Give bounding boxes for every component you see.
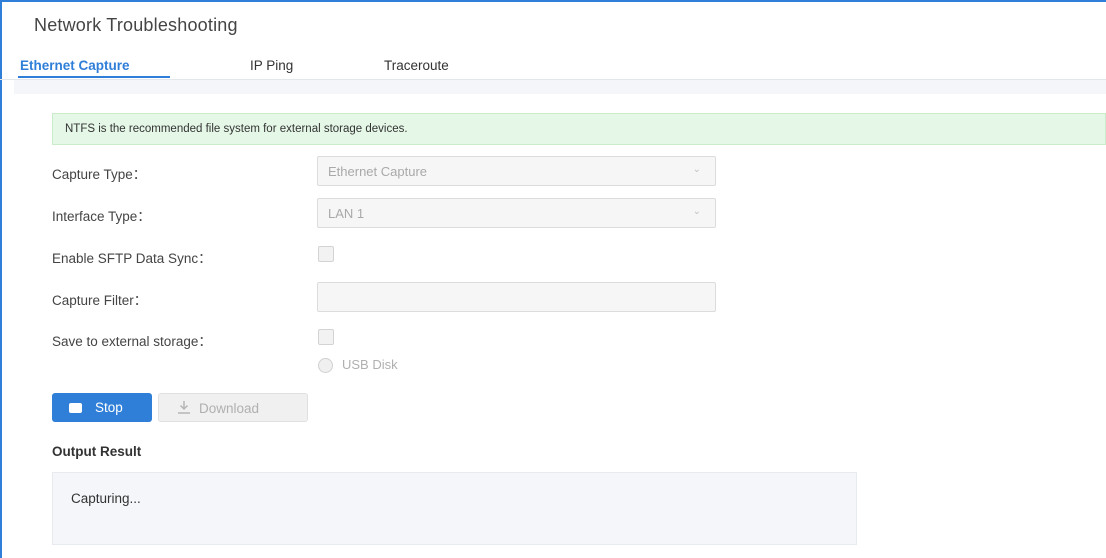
download-button-label: Download (199, 401, 260, 416)
capture-type-value: Ethernet Capture (328, 164, 428, 179)
external-storage-checkbox[interactable] (318, 329, 334, 345)
download-button[interactable]: Download (158, 393, 308, 422)
usb-disk-label: USB Disk (342, 357, 398, 372)
capture-filter-label: Capture Filter： (52, 293, 148, 308)
interface-type-label: Interface Type： (52, 209, 151, 224)
download-icon (178, 401, 190, 414)
storage-notice: NTFS is the recommended file system for … (52, 113, 1106, 145)
interface-type-value: LAN 1 (328, 206, 365, 221)
stop-button-label: Stop (95, 400, 123, 415)
tab-ethernet-capture[interactable]: Ethernet Capture (20, 58, 130, 73)
usb-disk-radio[interactable] (318, 358, 333, 373)
output-result-text: Capturing... (71, 491, 141, 506)
tab-ip-ping[interactable]: IP Ping (250, 58, 293, 73)
chevron-down-icon: ⌄ (692, 206, 701, 217)
stop-square-icon (69, 403, 82, 413)
page-title: Network Troubleshooting (34, 15, 238, 35)
output-result-title: Output Result (52, 444, 142, 459)
capture-type-label: Capture Type： (52, 167, 147, 182)
sftp-sync-checkbox[interactable] (318, 246, 334, 262)
chevron-down-icon: ⌄ (692, 164, 701, 175)
capture-type-select[interactable]: Ethernet Capture ⌄ (317, 156, 716, 186)
output-result-box: Capturing... (52, 472, 857, 545)
stop-button[interactable]: Stop (52, 393, 152, 422)
capture-filter-input[interactable] (317, 282, 716, 312)
external-storage-label: Save to external storage： (52, 334, 212, 349)
content-header-band (14, 80, 1106, 94)
active-tab-indicator (18, 76, 170, 78)
interface-type-select[interactable]: LAN 1 ⌄ (317, 198, 716, 228)
tab-traceroute[interactable]: Traceroute (384, 58, 449, 73)
sftp-sync-label: Enable SFTP Data Sync： (52, 251, 212, 266)
